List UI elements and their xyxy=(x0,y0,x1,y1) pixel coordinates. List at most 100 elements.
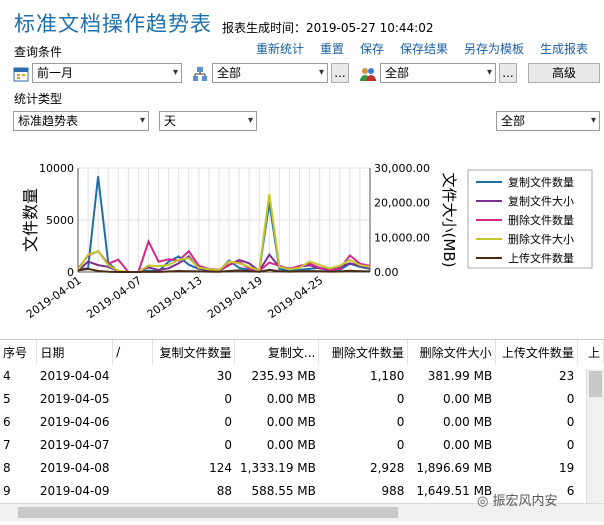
users-icon xyxy=(360,68,376,81)
y2-tick-label: 0.00 xyxy=(374,266,399,279)
table-cell: 2019-04-07 xyxy=(39,437,110,452)
save-link[interactable]: 保存 xyxy=(360,40,384,57)
table-cell: 0 xyxy=(224,414,232,429)
table-row[interactable]: 8 2019-04-08 124 1,333.19 MB 2,928 1,896.69 M… xyxy=(0,456,604,479)
table-cell: 0 xyxy=(224,437,232,452)
column-header[interactable]: 复制文... xyxy=(234,340,320,364)
column-header[interactable]: 日期 xyxy=(36,340,114,364)
legend-label: 删除文件大小 xyxy=(508,232,574,246)
scope-select-2[interactable]: 全部 ▾ xyxy=(380,63,496,83)
y2-axis-label: 文件大小(MB) xyxy=(440,173,458,268)
series-line xyxy=(77,193,371,273)
table-cell: 8 xyxy=(3,460,11,475)
table-cell: 2019-04-08 xyxy=(39,460,110,475)
series-line xyxy=(77,176,371,273)
legend-label: 复制文件大小 xyxy=(508,194,574,208)
table-cell xyxy=(113,364,153,387)
table-cell: 0.00 MB xyxy=(266,414,316,429)
legend-label: 删除文件数量 xyxy=(508,213,574,227)
browse-button-2[interactable]: ... xyxy=(499,63,517,83)
trend-chart: 100005000030,000.0020,000.0010,000.000.0… xyxy=(21,162,593,321)
y-tick-label: 10000 xyxy=(39,162,74,175)
reset-link[interactable]: 重置 xyxy=(320,40,344,57)
recalc-link[interactable]: 重新统计 xyxy=(256,40,304,57)
chevron-down-icon: ▾ xyxy=(590,115,596,126)
vertical-scrollbar[interactable] xyxy=(586,369,604,504)
stat-type-label: 统计类型 xyxy=(14,92,63,106)
table-cell: 0 xyxy=(224,391,232,406)
table-cell: 2019-04-05 xyxy=(39,391,110,406)
table-cell: 6 xyxy=(3,414,11,429)
table-row[interactable]: 7 2019-04-07 0 0.00 MB 0 0.00 MB 0 xyxy=(0,433,604,456)
scroll-thumb[interactable] xyxy=(589,371,602,397)
chevron-down-icon: ▾ xyxy=(172,67,178,78)
x-tick-label: 2019-04-01 xyxy=(24,274,84,321)
table-cell: 19 xyxy=(559,460,575,475)
save-template-link[interactable]: 另存为模板 xyxy=(464,40,524,57)
table-cell: 2019-04-06 xyxy=(39,414,110,429)
period-select[interactable]: 前一月 ▾ xyxy=(32,63,182,83)
table-cell: 1,896.69 MB xyxy=(416,460,493,475)
y2-tick-label: 10,000.00 xyxy=(374,231,430,244)
chevron-down-icon: ▾ xyxy=(247,115,253,126)
table-cell xyxy=(113,456,153,479)
table-cell: 4 xyxy=(3,368,11,383)
table-cell: 381.99 MB xyxy=(427,368,493,383)
table-row[interactable]: 5 2019-04-05 0 0.00 MB 0 0.00 MB 0 xyxy=(0,387,604,410)
advanced-button[interactable]: 高级 xyxy=(528,63,600,83)
table-cell xyxy=(113,479,153,502)
x-tick-label: 2019-04-13 xyxy=(145,274,205,321)
table-cell: 7 xyxy=(3,437,11,452)
table-cell xyxy=(113,433,153,456)
browse-button-1[interactable]: ... xyxy=(331,63,349,83)
stat-type-select[interactable]: 标准趋势表 ▾ xyxy=(13,111,149,131)
chart-legend: 复制文件数量复制文件大小删除文件数量删除文件大小上传文件数量 xyxy=(467,169,593,269)
table-cell: 1,333.19 MB xyxy=(240,460,316,475)
generated-label: 报表生成时间： xyxy=(222,21,307,35)
table-cell xyxy=(113,387,153,410)
table-cell: 0 xyxy=(566,437,575,452)
table-cell: 0.00 MB xyxy=(443,414,493,429)
chevron-down-icon: ▾ xyxy=(318,67,324,78)
generate-report-link[interactable]: 生成报表 xyxy=(540,40,588,57)
table-cell: 0 xyxy=(396,437,405,452)
table-cell: 9 xyxy=(3,483,11,498)
generated-time: 报表生成时间：2019-05-27 10:44:02 xyxy=(222,19,433,36)
table-cell: 0.00 MB xyxy=(443,437,493,452)
query-label: 查询条件 xyxy=(14,45,63,59)
column-header[interactable]: 复制文件数量 xyxy=(152,340,236,364)
column-header[interactable]: 删除文件大小 xyxy=(407,340,496,364)
table-cell: 2019-04-09 xyxy=(39,483,110,498)
unit-select[interactable]: 天 ▾ xyxy=(159,111,257,131)
hscroll-thumb[interactable] xyxy=(18,507,398,518)
filter-select[interactable]: 全部 ▾ xyxy=(496,111,600,131)
column-header[interactable]: 上 xyxy=(577,340,604,364)
calendar-icon xyxy=(13,67,29,82)
table-header: 序号 日期 / 复制文件数量 复制文... 删除文件数量 删除文件大小 上传文件数量上 xyxy=(0,340,604,364)
y2-tick-label: 20,000.00 xyxy=(374,197,430,210)
table-cell xyxy=(113,410,153,433)
column-header[interactable]: 序号 xyxy=(0,340,38,364)
table-cell: 2,928 xyxy=(369,460,405,475)
table-row[interactable]: 4 2019-04-04 30 235.93 MB 1,180 381.99 MB 23 xyxy=(0,364,604,387)
save-result-link[interactable]: 保存结果 xyxy=(400,40,448,57)
table-cell: 588.55 MB xyxy=(251,483,316,498)
chart-series xyxy=(77,176,371,273)
y2-tick-label: 30,000.00 xyxy=(374,162,430,175)
table-cell: 0.00 MB xyxy=(266,391,316,406)
legend-label: 上传文件数量 xyxy=(508,251,574,265)
column-header[interactable]: 删除文件数量 xyxy=(318,340,408,364)
column-header[interactable]: 上传文件数量 xyxy=(495,340,578,364)
table-cell: 988 xyxy=(381,483,405,498)
column-header[interactable]: / xyxy=(112,340,154,364)
table-row[interactable]: 6 2019-04-06 0 0.00 MB 0 0.00 MB 0 xyxy=(0,410,604,433)
table-cell: 5 xyxy=(3,391,11,406)
y-tick-label: 5000 xyxy=(46,214,74,227)
scope-select-1[interactable]: 全部 ▾ xyxy=(212,63,328,83)
report-title: 标准文档操作趋势表 xyxy=(14,12,212,36)
x-tick-label: 2019-04-07 xyxy=(84,274,144,321)
generated-value: 2019-05-27 10:44:02 xyxy=(306,21,434,35)
table-cell: 0.00 MB xyxy=(266,437,316,452)
watermark: ◎ 振宏风内安 xyxy=(477,494,558,509)
table-cell: 0 xyxy=(396,391,405,406)
